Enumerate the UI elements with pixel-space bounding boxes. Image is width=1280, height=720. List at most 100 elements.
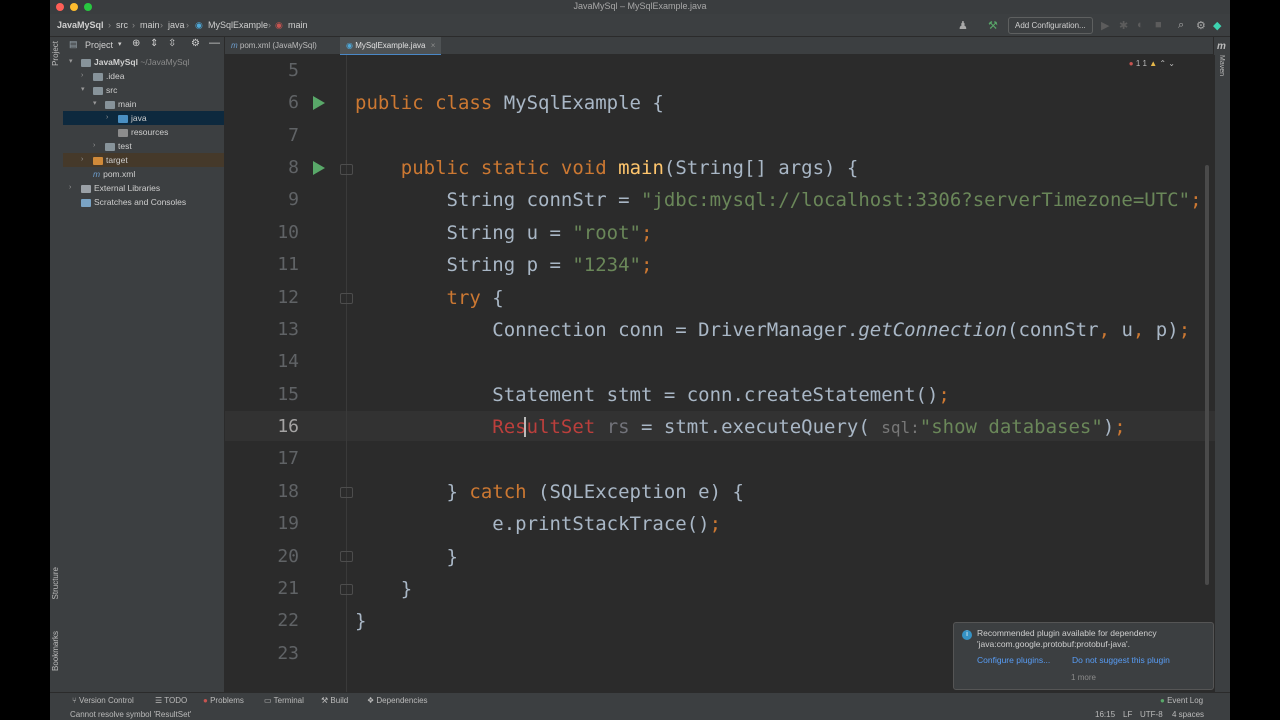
project-panel-header: ▤ Project ▾ ⊕ ⇕ ⇳ ⚙ — [63, 37, 224, 53]
run-class-icon[interactable] [313, 96, 325, 110]
tree-item-scratches[interactable]: Scratches and Consoles [63, 195, 224, 209]
editor-scrollbar[interactable] [1205, 165, 1209, 585]
tool-tab-dependencies[interactable]: ❖ Dependencies [367, 696, 428, 705]
settings-icon[interactable]: ⚙ [191, 38, 200, 49]
breadcrumb-project[interactable]: JavaMySql [57, 20, 104, 30]
line-number: 19 [277, 513, 299, 534]
tree-item-external-libraries[interactable]: › External Libraries [63, 181, 224, 195]
breadcrumb-class[interactable]: MySqlExample [208, 20, 268, 30]
line-number: 13 [277, 319, 299, 340]
line-number: 17 [277, 448, 299, 469]
status-bar: ⑂ Version Control ☰ TODO ● Problems ▭ Te… [50, 692, 1230, 720]
right-tool-strip: m Maven [1213, 37, 1230, 692]
jetbrains-icon[interactable]: ◆ [1213, 19, 1221, 32]
run-icon[interactable]: ▶ [1101, 19, 1109, 32]
tree-item-src[interactable]: ▾ src [63, 83, 224, 97]
close-tab-icon[interactable]: × [431, 41, 436, 50]
tree-item-pom[interactable]: m pom.xml [63, 167, 224, 181]
breadcrumb-src[interactable]: src [116, 20, 128, 30]
tab-pom-xml[interactable]: m pom.xml (JavaMySql) [225, 37, 323, 54]
fold-marker-icon[interactable] [340, 584, 353, 595]
code-line: Statement stmt = conn.createStatement(); [355, 384, 950, 406]
code-line: } [355, 546, 458, 568]
tree-item-target[interactable]: › target [63, 153, 224, 167]
code-line: String u = "root"; [355, 222, 653, 244]
tree-item-resources[interactable]: resources [63, 125, 224, 139]
locate-icon[interactable]: ⊕ [132, 38, 140, 49]
maven-icon[interactable]: m [1217, 41, 1226, 52]
method-icon: ◉ [275, 20, 283, 30]
tree-item-main[interactable]: ▾ main [63, 97, 224, 111]
folder-icon [93, 72, 103, 81]
tree-item-test[interactable]: › test [63, 139, 224, 153]
gear-icon[interactable]: ⚙ [1196, 19, 1206, 32]
coverage-icon[interactable]: ◐ [1137, 19, 1144, 31]
dependencies-icon: ❖ [367, 696, 375, 705]
breadcrumb-java[interactable]: java [168, 20, 185, 30]
hide-panel-icon[interactable]: — [209, 37, 220, 49]
library-icon [81, 184, 91, 193]
code-line: String p = "1234"; [355, 254, 653, 276]
line-separator[interactable]: LF [1123, 710, 1132, 719]
resources-folder-icon [118, 128, 128, 137]
event-log-icon: ● [1160, 696, 1165, 705]
line-number: 5 [288, 60, 299, 81]
collapse-all-icon[interactable]: ⇳ [168, 38, 176, 49]
tool-window-project[interactable]: Project [51, 41, 60, 66]
tool-tab-problems[interactable]: ● Problems [203, 696, 244, 705]
status-message: Cannot resolve symbol 'ResultSet' [70, 710, 192, 719]
configure-plugins-link[interactable]: Configure plugins... [977, 655, 1050, 665]
window-title: JavaMySql – MySqlExample.java [573, 1, 707, 11]
tool-tab-version-control[interactable]: ⑂ Version Control [72, 696, 134, 705]
line-number: 12 [277, 287, 299, 308]
line-number: 20 [277, 546, 299, 567]
debug-icon[interactable]: ✱ [1119, 19, 1128, 32]
fold-marker-icon[interactable] [340, 487, 353, 498]
file-encoding[interactable]: UTF-8 [1140, 710, 1163, 719]
code-line: public static void main(String[] args) { [400, 157, 859, 179]
run-main-icon[interactable] [313, 161, 325, 175]
user-icon[interactable]: ♟ [958, 19, 968, 32]
tool-tab-terminal[interactable]: ▭ Terminal [264, 696, 304, 705]
folder-icon [105, 100, 115, 109]
hammer-icon[interactable]: ⚒ [988, 19, 998, 32]
tree-item-idea[interactable]: › .idea [63, 69, 224, 83]
indent-setting[interactable]: 4 spaces [1172, 710, 1204, 719]
fold-marker-icon[interactable] [340, 164, 353, 175]
code-editor[interactable]: ● 1 1 ▲ ⌃ ⌄ 5 6 7 8 9 10 11 12 13 14 15 … [225, 55, 1215, 692]
tree-item-java[interactable]: › java [63, 111, 224, 125]
tab-mysqlexample[interactable]: ◉ MySqlExample.java × [340, 37, 442, 56]
fold-marker-icon[interactable] [340, 293, 353, 304]
more-notifications[interactable]: 1 more [954, 673, 1213, 682]
class-icon: ◉ [346, 41, 353, 50]
folder-icon [105, 142, 115, 151]
stop-icon[interactable]: ■ [1155, 19, 1162, 31]
expand-all-icon[interactable]: ⇕ [150, 38, 158, 49]
tool-tab-todo[interactable]: ☰ TODO [155, 696, 187, 705]
tool-tab-build[interactable]: ⚒ Build [321, 696, 348, 705]
code-line: } [355, 610, 367, 632]
tree-item-project-root[interactable]: ▾ JavaMySql ~/JavaMySql [63, 55, 224, 69]
search-icon[interactable]: ⌕ [1178, 19, 1184, 32]
error-icon: ● [203, 696, 208, 705]
chevron-down-icon[interactable]: ▾ [118, 40, 122, 48]
tool-window-bookmarks[interactable]: Bookmarks [51, 631, 60, 671]
code-line: ResultSet rs = stmt.executeQuery( sql:"s… [492, 416, 1126, 438]
info-icon: i [962, 630, 972, 640]
tool-window-maven[interactable]: Maven [1218, 55, 1225, 76]
code-line: } catch (SQLException e) { [355, 481, 744, 503]
project-view-selector[interactable]: Project [85, 40, 113, 50]
caret-position[interactable]: 16:15 [1095, 710, 1115, 719]
breadcrumb-main[interactable]: main [140, 20, 160, 30]
tool-window-structure[interactable]: Structure [51, 567, 60, 599]
inspection-widget[interactable]: ● 1 1 ▲ ⌃ ⌄ [1129, 59, 1175, 68]
breadcrumb-method[interactable]: main [288, 20, 308, 30]
event-log-button[interactable]: ● Event Log [1160, 696, 1203, 705]
class-icon: ◉ [195, 20, 203, 30]
do-not-suggest-link[interactable]: Do not suggest this plugin [1072, 655, 1170, 665]
code-line: } [355, 578, 413, 600]
fold-marker-icon[interactable] [340, 551, 353, 562]
plugin-notification: i Recommended plugin available for depen… [953, 622, 1214, 690]
line-number: 9 [288, 189, 299, 210]
add-configuration-button[interactable]: Add Configuration... [1008, 17, 1093, 34]
